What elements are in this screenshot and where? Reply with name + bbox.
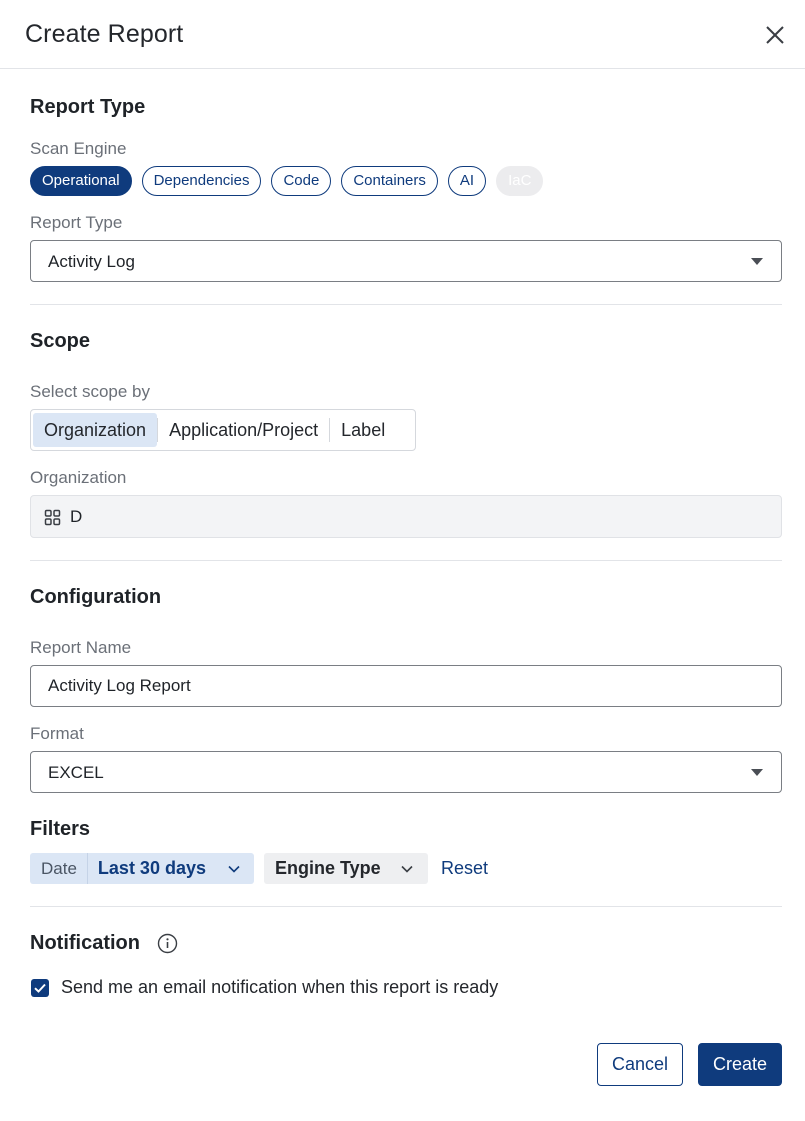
- close-icon: [766, 26, 784, 44]
- engine-chip-dependencies[interactable]: Dependencies: [141, 166, 262, 196]
- engine-type-filter[interactable]: Engine Type: [264, 853, 428, 884]
- date-filter-label: Date: [30, 853, 88, 884]
- scope-option-organization[interactable]: Organization: [33, 413, 158, 447]
- cancel-button[interactable]: Cancel: [597, 1043, 683, 1086]
- scan-engine-chips: Operational Dependencies Code Containers…: [30, 166, 553, 196]
- engine-chip-ai[interactable]: AI: [447, 166, 487, 196]
- engine-chip-code[interactable]: Code: [271, 166, 332, 196]
- caret-down-icon: [751, 769, 763, 776]
- date-filter-value: Last 30 days: [97, 858, 206, 878]
- engine-chip-containers[interactable]: Containers: [341, 166, 438, 196]
- email-notification-label: Send me an email notification when this …: [61, 977, 499, 997]
- report-name-label: Report Name: [30, 638, 132, 657]
- scope-option-label[interactable]: Label: [330, 413, 396, 447]
- format-label: Format: [30, 724, 84, 743]
- create-button[interactable]: Create: [698, 1043, 782, 1086]
- scope-segmented-control: Organization Application/Project Label: [30, 409, 416, 451]
- divider: [30, 560, 782, 561]
- report-name-input[interactable]: [30, 665, 782, 707]
- format-select[interactable]: EXCEL: [30, 751, 782, 793]
- format-value: EXCEL: [48, 763, 104, 782]
- notification-section-title: Notification: [30, 932, 140, 954]
- select-scope-label: Select scope by: [30, 382, 151, 401]
- date-filter[interactable]: Date Last 30 days: [30, 853, 254, 884]
- chevron-down-icon: [228, 865, 240, 873]
- scope-option-application-project[interactable]: Application/Project: [158, 413, 329, 447]
- engine-type-filter-label: Engine Type: [275, 858, 381, 878]
- scan-engine-label: Scan Engine: [30, 139, 127, 158]
- scope-section-title: Scope: [30, 330, 91, 352]
- organization-value: D: [70, 507, 83, 526]
- divider: [30, 304, 782, 305]
- reset-filters-link[interactable]: Reset: [441, 858, 488, 879]
- checkmark-icon: [34, 983, 46, 993]
- engine-chip-iac: IaC: [496, 166, 544, 196]
- organization-label: Organization: [30, 468, 127, 487]
- organization-field: D: [30, 495, 782, 538]
- report-type-section-title: Report Type: [30, 96, 146, 118]
- caret-down-icon: [751, 258, 763, 265]
- modal-title: Create Report: [25, 20, 184, 48]
- divider: [30, 906, 782, 907]
- engine-chip-operational[interactable]: Operational: [30, 166, 132, 196]
- modal-header: Create Report: [0, 0, 805, 69]
- report-type-label: Report Type: [30, 213, 123, 232]
- close-button[interactable]: [760, 20, 790, 50]
- report-type-value: Activity Log: [48, 252, 135, 271]
- filters-section-title: Filters: [30, 818, 91, 840]
- organization-icon: [44, 509, 61, 526]
- chevron-down-icon: [401, 865, 413, 873]
- info-icon[interactable]: [157, 933, 178, 954]
- report-type-select[interactable]: Activity Log: [30, 240, 782, 282]
- email-notification-checkbox[interactable]: [31, 979, 49, 997]
- configuration-section-title: Configuration: [30, 586, 162, 608]
